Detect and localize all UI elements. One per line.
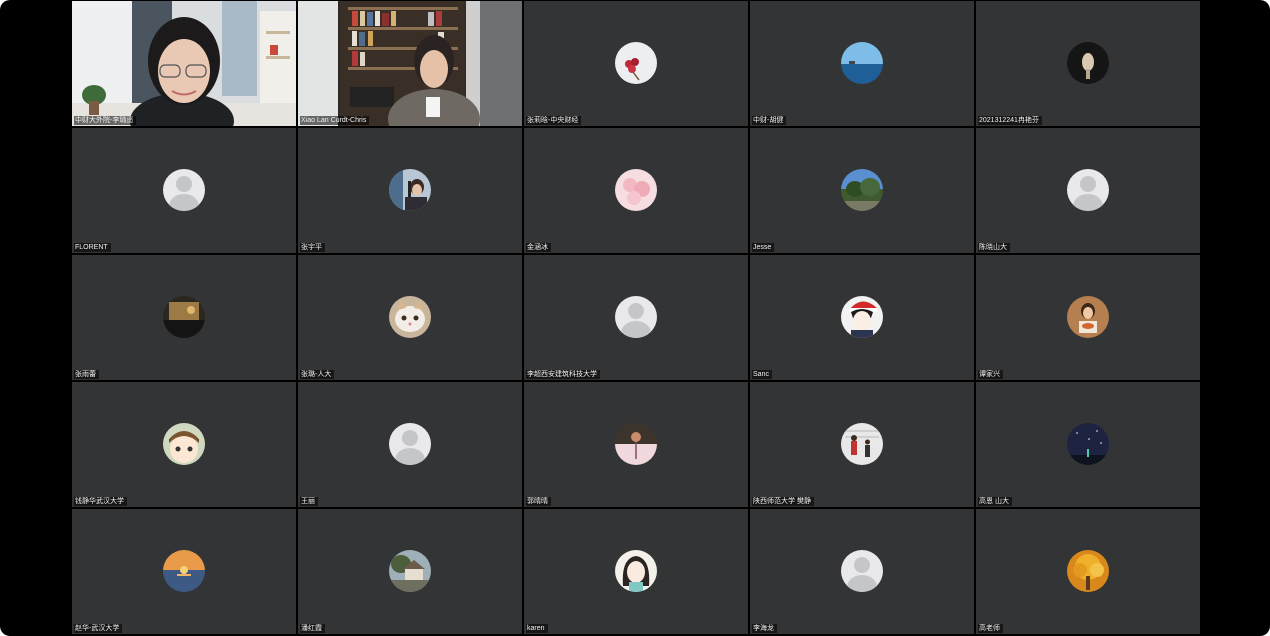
participant-name: 中财-胡健 [752,116,787,125]
participant-name: 郭晴晴 [526,497,551,506]
participant-tile[interactable]: 张莉晗-中央财经 [524,1,748,126]
participant-name: 赵华-武汉大学 [74,624,123,633]
default-user-avatar-icon [615,296,657,338]
participant-tile[interactable]: 赵华-武汉大学 [72,509,296,634]
participant-name: karen [526,624,548,633]
participant-tile[interactable]: 陈晓山大 [976,128,1200,253]
participant-tile[interactable]: 谭家兴 [976,255,1200,380]
participant-name: FLORENT [74,243,111,252]
child-food-avatar-icon [1067,296,1109,338]
santa-hat-boy-avatar-icon [841,296,883,338]
participant-name: 张璐-人大 [300,370,335,379]
red-flowers-avatar-icon [615,42,657,84]
participant-name: 金涵冰 [526,243,551,252]
participant-name: 陕西师范大学 樊静 [752,497,814,506]
participant-name: 张雨蕾 [74,370,99,379]
autumn-tree-avatar-icon [1067,550,1109,592]
meeting-window: 中财大外院-李璐遥 Xiao Lan Curdt-Chris 张莉晗-中央财经 … [0,0,1270,636]
participant-tile[interactable]: 张雨蕾 [72,255,296,380]
warm-scene-avatar-icon [163,296,205,338]
person-microphone-avatar-icon [389,169,431,211]
tree-landscape-avatar-icon [841,169,883,211]
participant-name: 高恩 山大 [978,497,1012,506]
participant-grid: 中财大外院-李璐遥 Xiao Lan Curdt-Chris 张莉晗-中央财经 … [72,1,1200,635]
participant-name: 2021312241冉艳芬 [978,116,1042,125]
participant-name: Sanc [752,370,772,379]
participant-name: 王丽 [300,497,318,506]
sea-horizon-avatar-icon [841,42,883,84]
participant-tile[interactable]: 陕西师范大学 樊静 [750,382,974,507]
cat-avatar-icon [389,296,431,338]
participant-name: 张宇平 [300,243,325,252]
participant-name: 李超西安建筑科技大学 [526,370,600,379]
participant-tile[interactable]: 高老师 [976,509,1200,634]
house-landscape-avatar-icon [389,550,431,592]
pink-blossom-avatar-icon [615,169,657,211]
participant-tile[interactable]: 中财-胡健 [750,1,974,126]
participant-tile[interactable]: Xiao Lan Curdt-Chris [298,1,522,126]
participant-tile[interactable]: 中财大外院-李璐遥 [72,1,296,126]
participant-tile[interactable]: Sanc [750,255,974,380]
dark-hand-avatar-icon [1067,42,1109,84]
participant-name: 李海龙 [752,624,777,633]
cartoon-face-avatar-icon [163,423,205,465]
default-user-avatar-icon [841,550,883,592]
default-user-avatar-icon [163,169,205,211]
participant-name: Jesse [752,243,775,252]
night-sky-avatar-icon [1067,423,1109,465]
participant-tile[interactable]: 张璐-人大 [298,255,522,380]
participant-name: 中财大外院-李璐遥 [74,116,137,125]
participant-tile[interactable]: 钱静华武汉大学 [72,382,296,507]
participant-name: 谭家兴 [978,370,1003,379]
participant-tile[interactable]: 张宇平 [298,128,522,253]
dark-pink-flower-avatar-icon [615,423,657,465]
participant-name: 张莉晗-中央财经 [526,116,582,125]
participant-video-feed [298,1,522,126]
participant-tile[interactable]: 高恩 山大 [976,382,1200,507]
participant-name: 钱静华武汉大学 [74,497,127,506]
participant-tile[interactable]: Jesse [750,128,974,253]
participant-name: Xiao Lan Curdt-Chris [300,116,370,125]
participant-name: 高老师 [978,624,1003,633]
participant-tile[interactable]: 潘红霞 [298,509,522,634]
participant-video-feed [72,1,296,126]
participant-name: 潘红霞 [300,624,325,633]
sunset-sea-avatar-icon [163,550,205,592]
participant-tile[interactable]: 李超西安建筑科技大学 [524,255,748,380]
participant-tile[interactable]: karen [524,509,748,634]
default-user-avatar-icon [1067,169,1109,211]
participant-tile[interactable]: 李海龙 [750,509,974,634]
participant-tile[interactable]: FLORENT [72,128,296,253]
participant-tile[interactable]: 2021312241冉艳芬 [976,1,1200,126]
anime-girl-avatar-icon [615,550,657,592]
participant-tile[interactable]: 郭晴晴 [524,382,748,507]
default-user-avatar-icon [389,423,431,465]
participant-name: 陈晓山大 [978,243,1010,252]
winter-figures-avatar-icon [841,423,883,465]
participant-tile[interactable]: 金涵冰 [524,128,748,253]
participant-tile[interactable]: 王丽 [298,382,522,507]
